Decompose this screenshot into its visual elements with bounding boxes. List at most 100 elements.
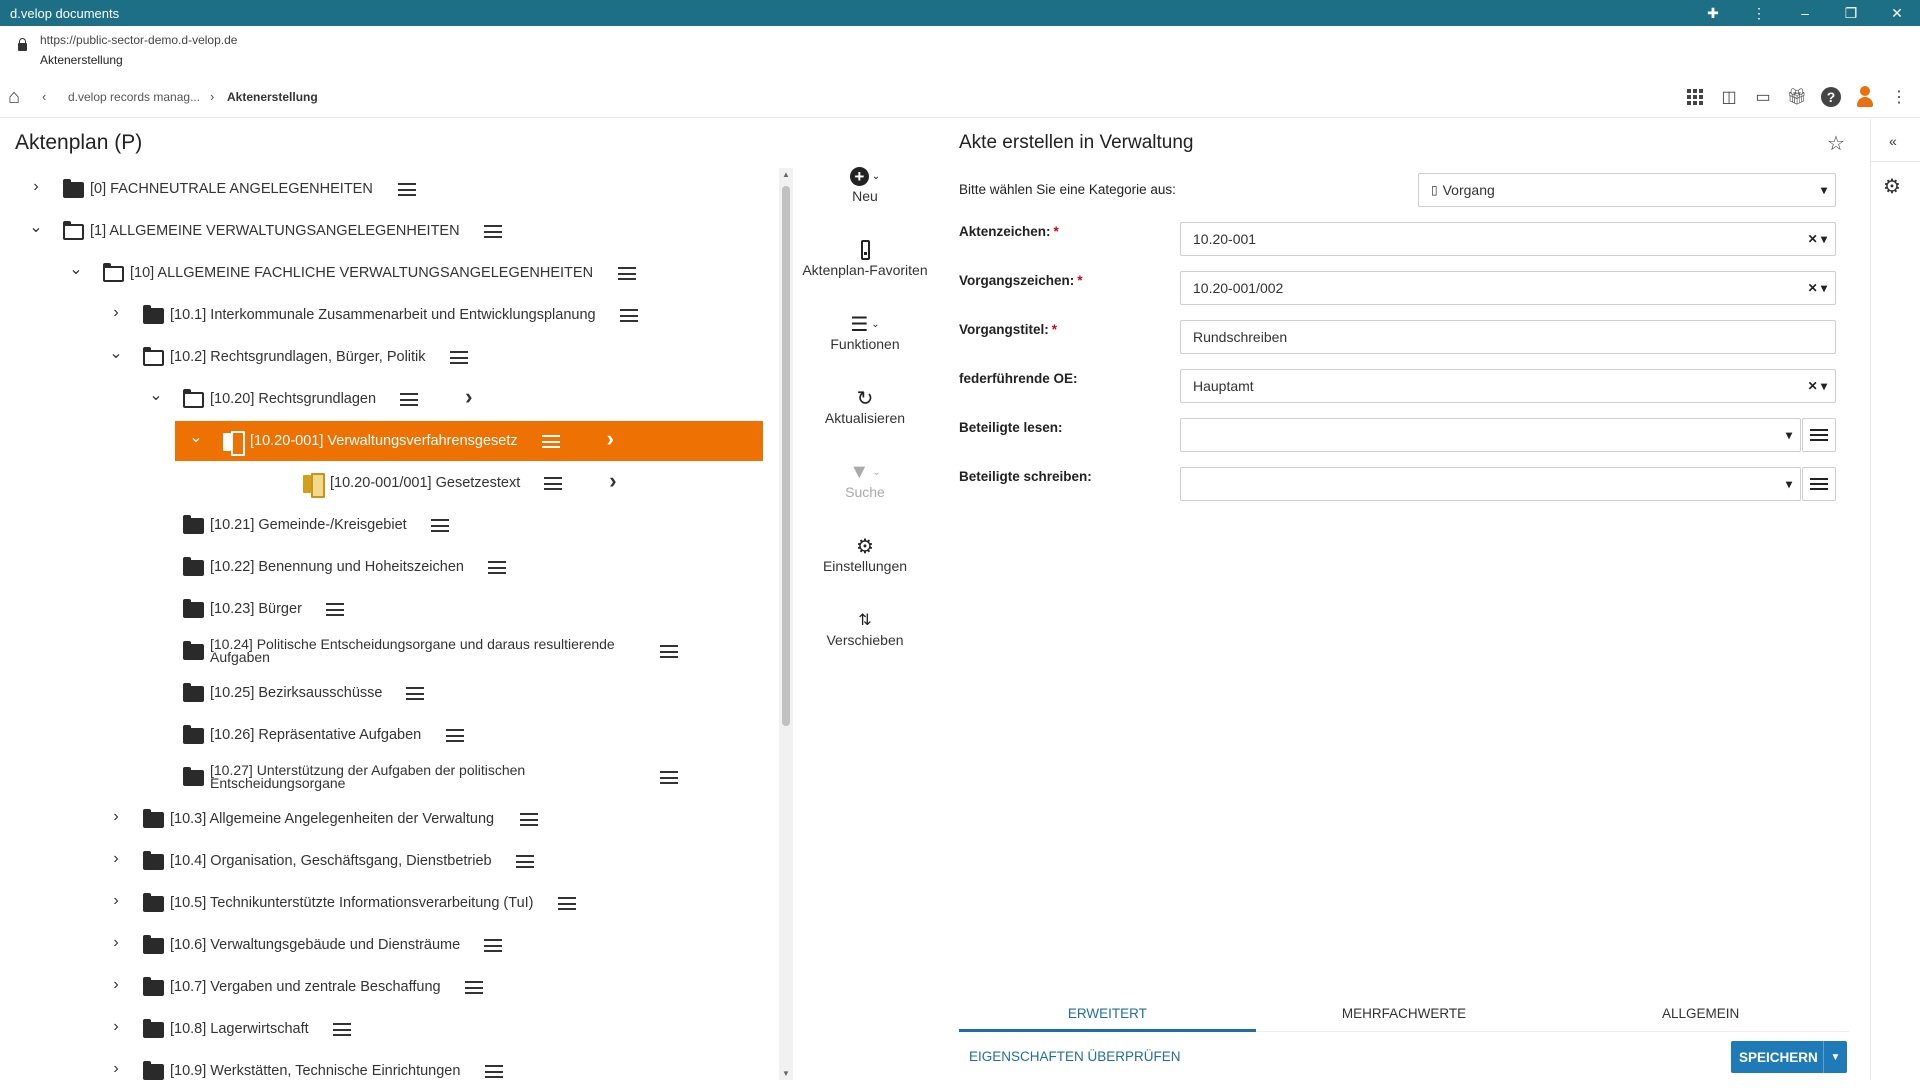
tree-row[interactable]: [10.24] Politische Entscheidungsorgane u…	[0, 631, 775, 671]
tree-row-selected[interactable]: ⌄ [10.20-001] Verwaltungsverfahrensgesetz…	[175, 421, 763, 461]
tree-row[interactable]: › [10.4] Organisation, Geschäftsgang, Die…	[0, 841, 775, 881]
tree-row[interactable]: ⌄ [10.2] Rechtsgrundlagen, Bürger, Politi…	[0, 337, 775, 377]
home-icon[interactable]: ⌂	[8, 86, 20, 109]
tree-row[interactable]: › [10.7] Vergaben und zentrale Beschaffun…	[0, 967, 775, 1007]
context-menu-icon[interactable]	[430, 519, 449, 532]
chevron-right-icon[interactable]: ›	[28, 178, 44, 196]
tree-row[interactable]: › [10.6] Verwaltungsgebäude und Diensträu…	[0, 925, 775, 965]
context-menu-icon[interactable]	[449, 351, 468, 364]
tree-row[interactable]: [10.20-001/001] Gesetzestext ›	[0, 463, 775, 503]
aktenzeichen-field[interactable]: 10.20-001 ✕ ▾	[1180, 222, 1836, 256]
tab-mehrfachwerte[interactable]: MEHRFACHWERTE	[1255, 994, 1553, 1032]
tree-row[interactable]: [10.21] Gemeinde-/Kreisgebiet	[0, 505, 775, 545]
star-icon[interactable]: ☆	[1827, 131, 1845, 156]
window-icon[interactable]: ▭	[1752, 86, 1774, 108]
context-menu-icon[interactable]	[406, 687, 425, 700]
context-menu-icon[interactable]	[397, 183, 416, 196]
chevron-right-icon[interactable]: ›	[108, 1060, 124, 1078]
tree-row[interactable]: › [10.5] Technikunterstützte Informations…	[0, 883, 775, 923]
context-menu-icon[interactable]	[660, 645, 678, 658]
layout-icon[interactable]: ◫	[1718, 86, 1740, 108]
new-button[interactable]: + ⌄ Neu	[795, 164, 935, 204]
schreiben-field[interactable]: ▾	[1180, 467, 1801, 501]
tree-row[interactable]: [10.23] Bürger	[0, 589, 775, 629]
chevron-right-icon[interactable]: ›	[108, 304, 124, 322]
gift-icon[interactable]: 🎁︎	[1786, 86, 1808, 108]
tree-row[interactable]: › [0] FACHNEUTRALE ANGELEGENHEITEN	[0, 169, 775, 209]
apps-grid-icon[interactable]	[1684, 86, 1706, 108]
context-menu-icon[interactable]	[332, 1023, 351, 1036]
more-vert-icon[interactable]: ⋮	[1888, 86, 1910, 108]
chevron-down-icon[interactable]: ⌄	[188, 427, 204, 447]
refresh-button[interactable]: ↻ Aktualisieren	[795, 386, 935, 427]
dropdown-arrow-icon[interactable]: ▾	[1786, 428, 1792, 442]
chevron-right-icon[interactable]: ›	[108, 1018, 124, 1036]
chevron-right-icon[interactable]: ›	[108, 850, 124, 868]
tree-row[interactable]: › [10.1] Interkommunale Zusammenarbeit un…	[0, 295, 775, 335]
context-menu-icon[interactable]	[325, 603, 344, 616]
collapse-icon[interactable]: «	[1889, 133, 1897, 149]
chevron-right-icon[interactable]: ›	[108, 976, 124, 994]
chevron-down-icon[interactable]: ⌄	[148, 385, 164, 405]
tree-row[interactable]: [10.22] Benennung und Hoheitszeichen	[0, 547, 775, 587]
scrollbar-thumb[interactable]	[782, 186, 790, 726]
tree-scrollbar[interactable]: ▲ ▼	[779, 168, 793, 1080]
tree-row[interactable]: [10.25] Bezirksausschüsse	[0, 673, 775, 713]
help-icon[interactable]: ?	[1820, 86, 1842, 108]
minimize-button[interactable]: –	[1782, 5, 1828, 21]
user-avatar-icon[interactable]	[1854, 86, 1876, 108]
settings-button[interactable]: ⚙ Einstellungen	[795, 534, 935, 575]
context-menu-icon[interactable]	[557, 897, 576, 910]
url-text[interactable]: https://public-sector-demo.d-velop.de	[40, 33, 237, 47]
context-menu-icon[interactable]	[484, 939, 503, 952]
oe-field[interactable]: Hauptamt ✕ ▾	[1180, 369, 1836, 403]
category-select[interactable]: ▯ Vorgang ▾	[1418, 173, 1836, 207]
context-menu-icon[interactable]	[541, 435, 560, 448]
vorgangstitel-input[interactable]: Rundschreiben	[1180, 320, 1836, 354]
tree-row[interactable]: › [10.9] Werkstätten, Technische Einricht…	[0, 1051, 775, 1091]
context-menu-icon[interactable]	[484, 225, 503, 238]
chevron-right-icon[interactable]: ›	[108, 808, 124, 826]
move-button[interactable]: ⇅ Verschieben	[795, 608, 935, 648]
save-button[interactable]: SPEICHERN ▼	[1731, 1041, 1847, 1073]
open-item-chevron-icon[interactable]: ›	[465, 384, 472, 410]
clear-dropdown-icon[interactable]: ✕ ▾	[1808, 379, 1827, 393]
tree-row[interactable]: ⌄ [10] ALLGEMEINE FACHLICHE VERWALTUNGSAN…	[0, 253, 775, 293]
context-menu-icon[interactable]	[446, 729, 464, 742]
chevron-down-icon[interactable]: ▼	[1823, 1041, 1847, 1073]
chevron-right-icon[interactable]: ›	[108, 934, 124, 952]
context-menu-icon[interactable]	[400, 393, 419, 406]
chevron-down-icon[interactable]: ⌄	[108, 343, 124, 363]
chevron-down-icon[interactable]: ⌄	[68, 259, 84, 279]
chevron-down-icon[interactable]: ⌄	[28, 217, 44, 237]
tab-allgemein[interactable]: ALLGEMEIN	[1552, 994, 1850, 1032]
favorites-button[interactable]: Aktenplan-Favoriten	[795, 238, 935, 278]
more-vert-icon[interactable]: ⋮	[1736, 5, 1782, 22]
dropdown-arrow-icon[interactable]: ▾	[1821, 183, 1827, 197]
check-properties-link[interactable]: EIGENSCHAFTEN ÜBERPRÜFEN	[969, 1049, 1181, 1064]
schreiben-list-button[interactable]	[1802, 467, 1836, 501]
tree-row[interactable]: [10.27] Unterstützung der Aufgaben der p…	[0, 757, 775, 797]
context-menu-icon[interactable]	[515, 855, 534, 868]
open-item-chevron-icon[interactable]: ›	[609, 468, 616, 494]
context-menu-icon[interactable]	[484, 1065, 503, 1078]
back-chevron-icon[interactable]: ‹	[42, 89, 46, 104]
functions-button[interactable]: ☰ ⌄ Funktionen	[795, 312, 935, 353]
tree-row[interactable]: [10.26] Repräsentative Aufgaben	[0, 715, 775, 755]
context-menu-icon[interactable]	[619, 309, 638, 322]
restore-button[interactable]: ❐	[1828, 5, 1874, 22]
lesen-field[interactable]: ▾	[1180, 418, 1801, 452]
tree-row[interactable]: ⌄ [10.20] Rechtsgrundlagen ›	[0, 379, 775, 419]
extensions-icon[interactable]: ✚	[1690, 5, 1736, 22]
clear-dropdown-icon[interactable]: ✕ ▾	[1808, 232, 1827, 246]
chevron-right-icon[interactable]: ›	[108, 892, 124, 910]
context-menu-icon[interactable]	[464, 981, 483, 994]
search-button[interactable]: ▼ ⌄ Suche	[795, 460, 935, 501]
context-menu-icon[interactable]	[487, 561, 506, 574]
scroll-down-icon[interactable]: ▼	[782, 1069, 790, 1078]
context-menu-icon[interactable]	[519, 813, 538, 826]
scroll-up-icon[interactable]: ▲	[782, 170, 790, 179]
tree-row[interactable]: ⌄ [1] ALLGEMEINE VERWALTUNGSANGELEGENHEIT…	[0, 211, 775, 251]
close-button[interactable]: ✕	[1874, 5, 1920, 22]
gears-icon[interactable]: ⚙	[1883, 174, 1901, 199]
